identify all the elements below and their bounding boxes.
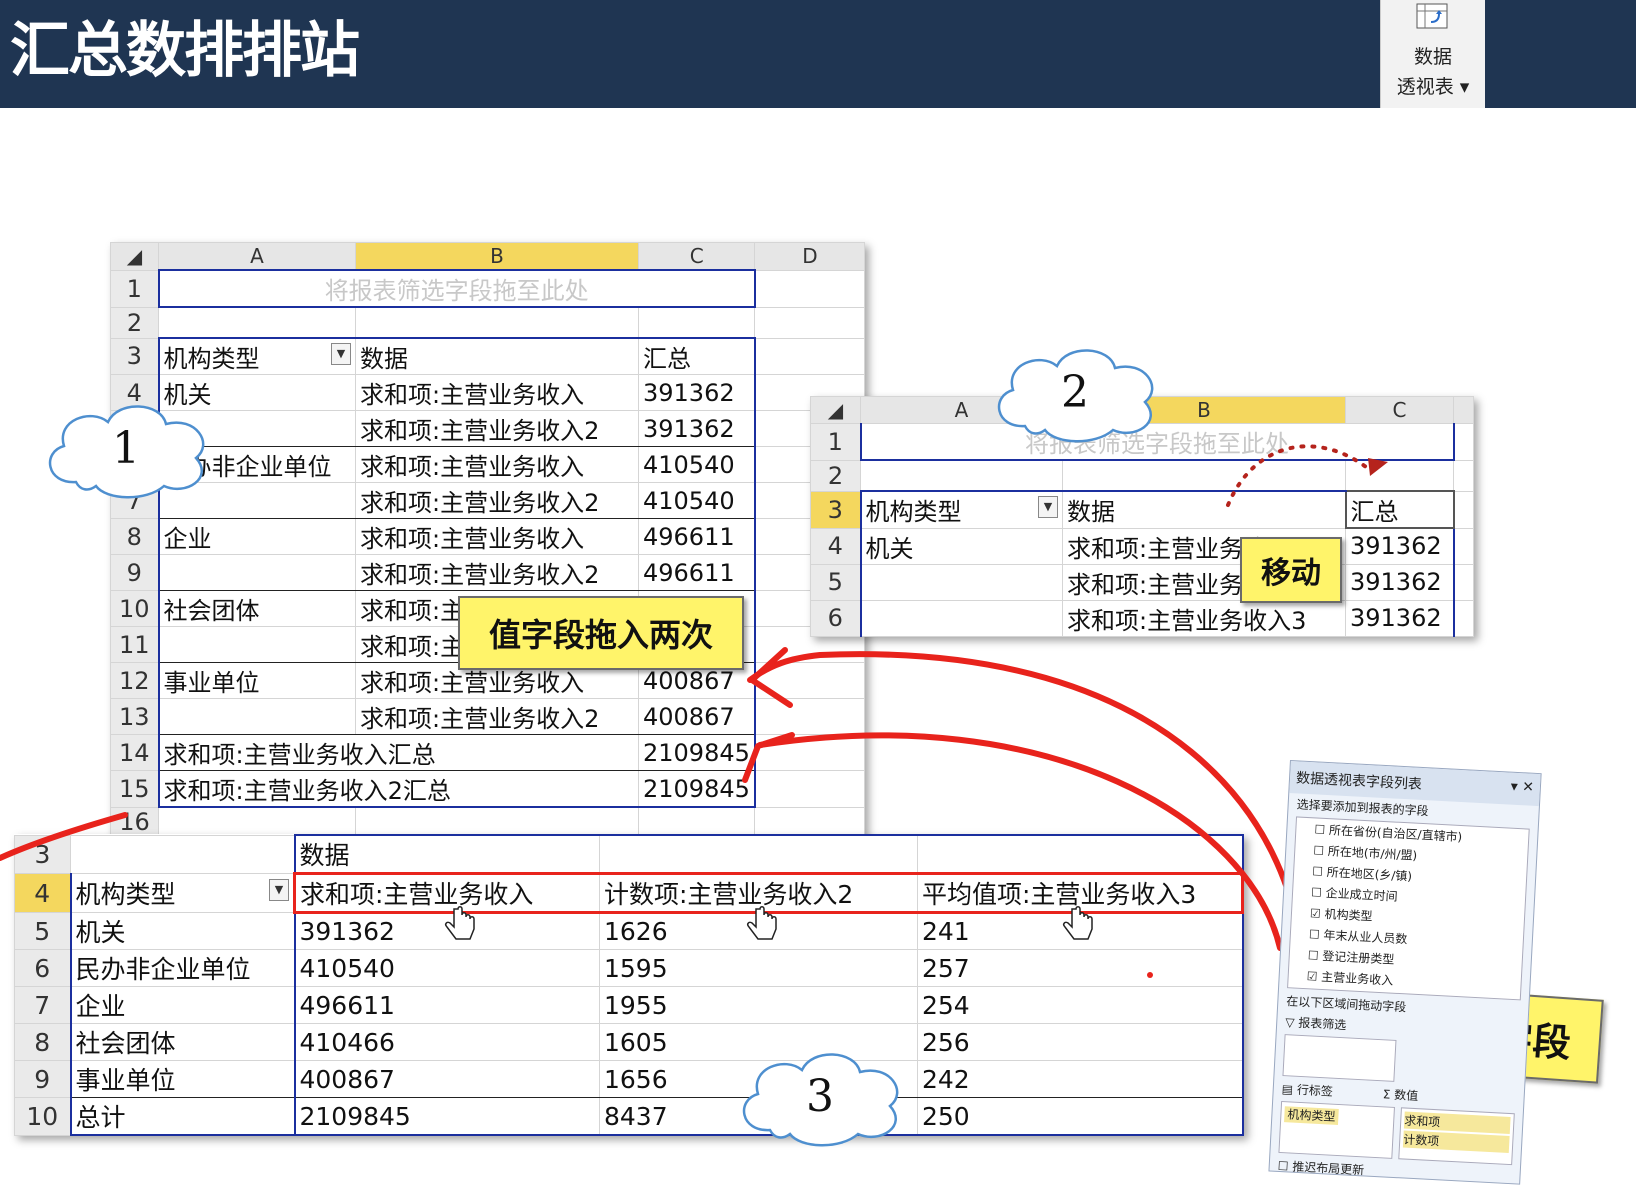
field-label: 企业成立时间	[1325, 886, 1398, 904]
field-label: 登记注册类型	[1322, 948, 1395, 967]
hand-cursor-icon	[747, 906, 777, 940]
row-field-chip[interactable]: 机构类型	[1284, 1106, 1339, 1126]
step-number: 2	[1061, 366, 1089, 418]
area-label: 报表筛选	[1297, 1015, 1347, 1033]
dotted-move-arrow	[1226, 444, 1372, 507]
field-checkbox-list: ☐ 所在省份(自治区/直辖市) ☐ 所在地(市/州/盟) ☐ 所在地区(乡/镇)…	[1287, 816, 1530, 1001]
defer-update-label: 推迟布局更新	[1291, 1159, 1365, 1178]
red-arrowhead-upper	[749, 647, 793, 708]
values-area[interactable]: 求和项 计数项	[1398, 1107, 1515, 1166]
step-cloud-1: 1	[36, 392, 216, 504]
hand-cursor-icon	[1063, 906, 1093, 940]
field-label: 主营业务收入	[1320, 969, 1394, 988]
step-number: 3	[806, 1070, 834, 1122]
step-cloud-3: 3	[730, 1040, 910, 1152]
hand-cursor-icon	[445, 906, 475, 940]
step-cloud-2: 2	[985, 336, 1165, 448]
step-number: 1	[112, 422, 140, 474]
report-filter-area[interactable]	[1282, 1034, 1397, 1082]
red-dot	[1147, 972, 1153, 978]
red-stroke-left	[0, 812, 128, 861]
pivot-field-list-panel: 数据透视表字段列表 ▾ ✕ 选择要添加到报表的字段 ☐ 所在省份(自治区/直辖市)…	[1268, 760, 1542, 1185]
field-label: 机构类型	[1324, 907, 1373, 924]
close-icon[interactable]: ▾ ✕	[1510, 779, 1534, 796]
field-label: 所在地(市/州/盟)	[1327, 844, 1418, 863]
row-labels-area[interactable]: 机构类型	[1278, 1101, 1395, 1159]
red-arrow-curve-upper	[747, 651, 1303, 953]
field-label: 年末从业人员数	[1323, 928, 1408, 947]
red-arrow-curve-lower	[757, 732, 1283, 951]
value-field-chip[interactable]: 计数项	[1402, 1130, 1510, 1153]
field-label: 所在地区(乡/镇)	[1326, 865, 1413, 884]
drop-areas: 机构类型 求和项 计数项	[1278, 1101, 1515, 1166]
area-label: 数值	[1393, 1087, 1419, 1104]
callout-move: 移动	[1240, 537, 1342, 603]
field-list-title-text: 数据透视表字段列表	[1295, 770, 1423, 793]
area-label: 行标签	[1296, 1082, 1334, 1099]
callout-drag-twice: 值字段拖入两次	[458, 596, 744, 670]
dotted-arrowhead	[1368, 458, 1388, 476]
